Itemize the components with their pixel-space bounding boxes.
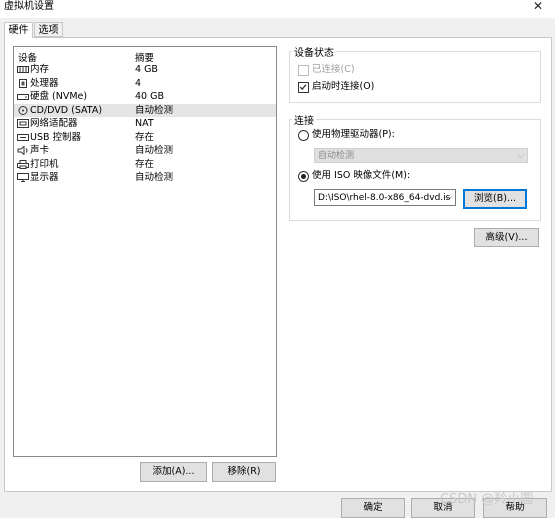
memory-icon [17, 66, 29, 73]
device-name: 硬盘 (NVMe) [30, 91, 88, 102]
device-row-display[interactable]: 显示器 自动检测 [14, 171, 276, 185]
device-name: 声卡 [30, 145, 50, 156]
device-name: USB 控制器 [30, 131, 82, 143]
connection-title: 连接 [292, 112, 316, 127]
hard-disk-icon [17, 94, 29, 100]
column-header-summary[interactable]: 摘要 [135, 50, 154, 64]
physical-drive-label: 使用物理驱动器(P): [312, 129, 395, 140]
display-icon [17, 173, 29, 182]
device-name: 处理器 [30, 77, 59, 89]
watermark-text: CSDN @羚小圆 [440, 492, 534, 507]
iso-image-label: 使用 ISO 映像文件(M): [312, 170, 411, 181]
device-status-title: 设备状态 [292, 44, 336, 59]
cpu-icon [19, 78, 27, 88]
device-summary: 40 GB [135, 91, 164, 102]
device-summary: 自动检测 [135, 172, 174, 183]
connect-at-power-on-checkbox[interactable] [298, 82, 309, 93]
connected-label: 已连接(C) [312, 64, 355, 75]
device-row-sound-card[interactable]: 声卡 自动检测 [14, 144, 276, 158]
device-row-usb-controller[interactable]: USB 控制器 存在 [14, 131, 276, 145]
device-name: 内存 [30, 64, 50, 75]
add-device-button[interactable]: 添加(A)... [140, 462, 207, 482]
device-summary: 4 GB [135, 64, 158, 75]
device-summary: 存在 [135, 158, 155, 170]
device-row-processor[interactable]: 处理器 4 [14, 77, 276, 91]
remove-device-button[interactable]: 移除(R) [212, 462, 276, 482]
device-summary: 自动检测 [135, 145, 174, 156]
network-adapter-icon [17, 119, 29, 128]
browse-button[interactable]: 浏览(B)... [463, 189, 527, 209]
connect-at-power-on-label: 启动时连接(O) [312, 81, 375, 92]
device-summary: 4 [135, 77, 142, 89]
chevron-down-icon[interactable]: ⌵ [445, 191, 452, 205]
sound-card-icon [17, 146, 28, 155]
device-list[interactable]: 设备 摘要 内存 4 GB 处理器 4 硬盘 (NVMe) 40 GB CD/D… [13, 46, 277, 457]
device-row-network-adapter[interactable]: 网络适配器 NAT [14, 117, 276, 131]
title-bar [0, 0, 555, 18]
advanced-button[interactable]: 高级(V)... [474, 228, 539, 247]
device-row-hard-disk[interactable]: 硬盘 (NVMe) 40 GB [14, 90, 276, 104]
physical-drive-radio[interactable] [298, 130, 309, 141]
iso-path-value: D:\ISO\rhel-8.0-x86_64-dvd.is [318, 193, 451, 203]
device-row-cd-dvd[interactable]: CD/DVD (SATA) 自动检测 [14, 103, 276, 117]
physical-drive-select-value: 自动检测 [318, 151, 355, 161]
close-icon[interactable]: ✕ [533, 0, 543, 13]
iso-image-radio[interactable] [298, 171, 309, 182]
device-row-printer[interactable]: 打印机 存在 [14, 158, 276, 172]
ok-button[interactable]: 确定 [341, 498, 405, 518]
column-header-device[interactable]: 设备 [18, 50, 37, 64]
iso-path-combo[interactable]: D:\ISO\rhel-8.0-x86_64-dvd.is [314, 189, 456, 206]
cd-dvd-icon [18, 105, 28, 115]
printer-icon [17, 159, 29, 169]
physical-drive-select[interactable]: 自动检测 [314, 148, 528, 163]
device-name: CD/DVD (SATA) [30, 104, 103, 116]
device-name: 显示器 [30, 172, 59, 183]
tab-hardware[interactable]: 硬件 [4, 22, 33, 38]
device-name: 打印机 [30, 158, 59, 170]
usb-icon [17, 133, 29, 141]
window-title: 虚拟机设置 [4, 1, 54, 12]
device-summary: 自动检测 [135, 104, 174, 116]
device-row-memory[interactable]: 内存 4 GB [14, 63, 276, 77]
connected-checkbox[interactable] [298, 65, 309, 76]
tab-options[interactable]: 选项 [34, 22, 63, 37]
device-name: 网络适配器 [30, 118, 78, 129]
checkmark-icon [299, 84, 307, 91]
device-summary: 存在 [135, 131, 155, 143]
device-summary: NAT [135, 118, 154, 129]
chevron-down-icon: ⌵ [517, 151, 524, 161]
